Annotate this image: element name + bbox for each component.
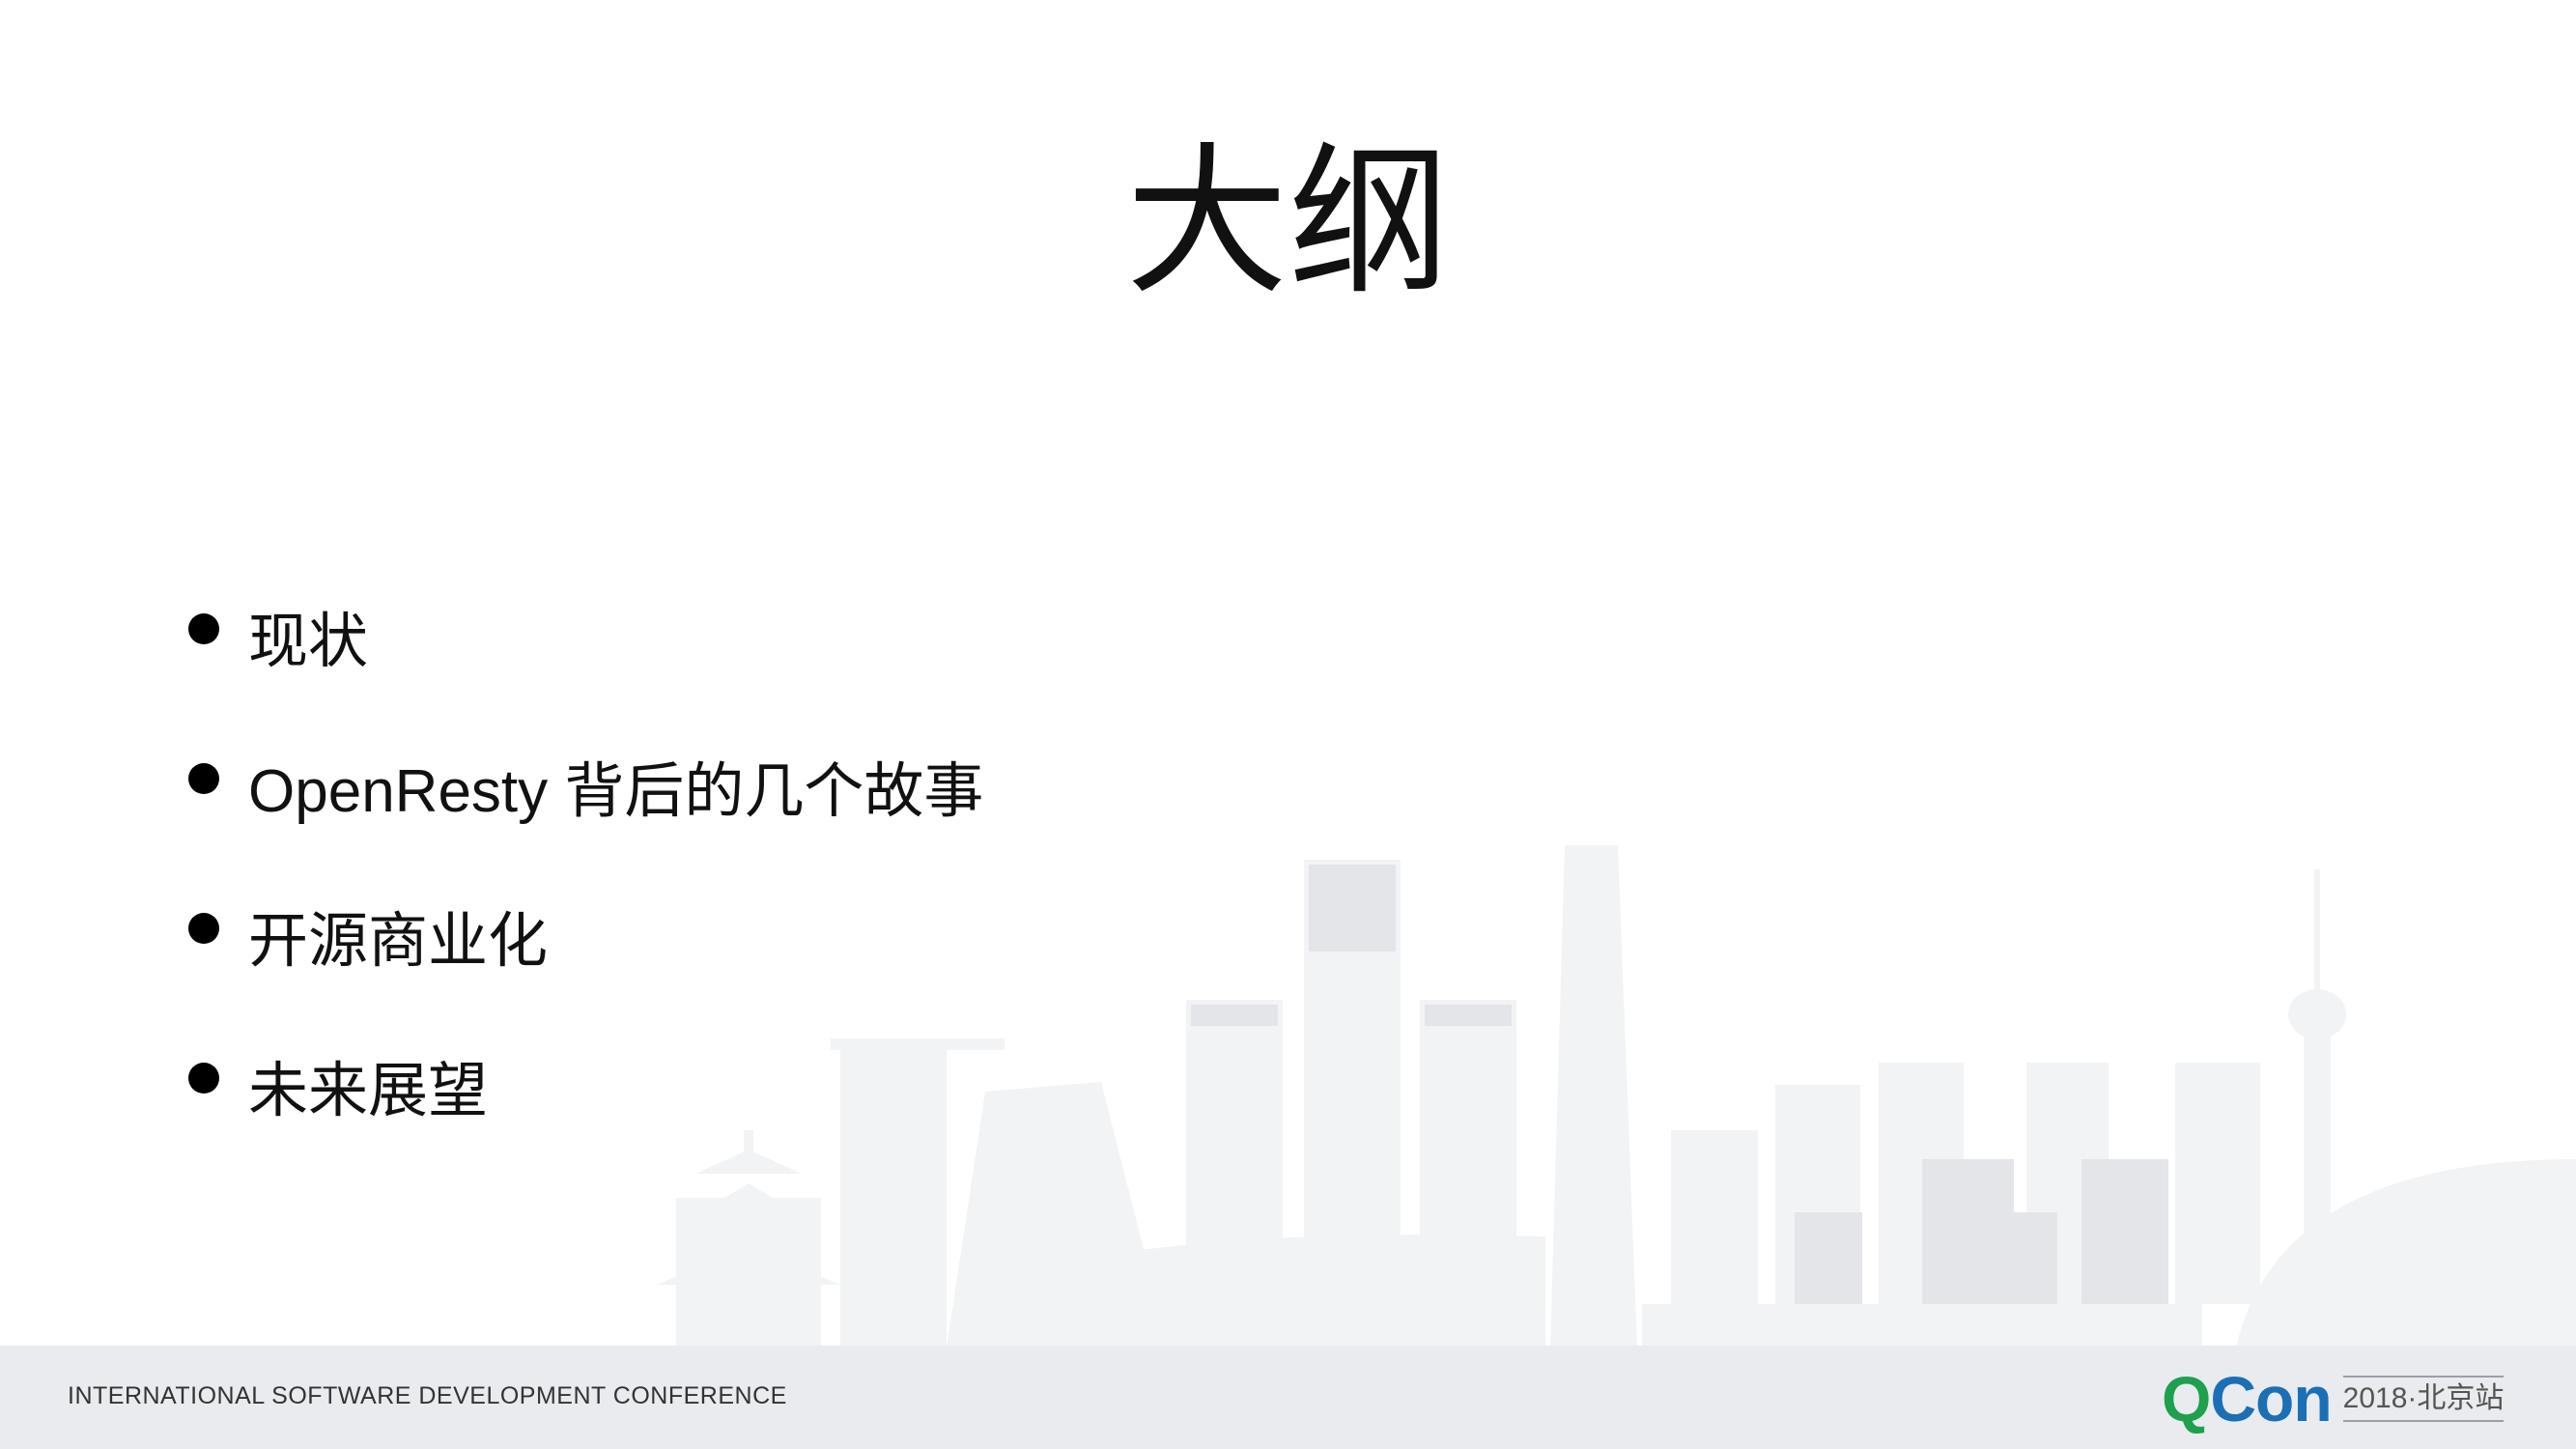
qcon-wordmark: QCon (2162, 1363, 2333, 1435)
bullet-dot-icon (188, 762, 219, 794)
slide: 大纲 现状 OpenResty 背后的几个故事 开源商业化 未来展望 INTER… (0, 0, 2576, 1449)
list-item-label: 开源商业化 (248, 907, 549, 975)
list-item-label: OpenResty 背后的几个故事 (248, 757, 984, 825)
bullet-dot-icon (188, 912, 219, 944)
bullet-dot-icon (188, 1062, 219, 1094)
qcon-logo: QCon 2018·北京站 (2162, 1363, 2505, 1435)
list-item: 开源商业化 (188, 860, 983, 1009)
list-item-label: 未来展望 (248, 1057, 489, 1124)
list-item: OpenResty 背后的几个故事 (188, 710, 983, 860)
edition-label: 2018·北京站 (2342, 1376, 2505, 1422)
conference-name: INTERNATIONAL SOFTWARE DEVELOPMENT CONFE… (68, 1382, 787, 1409)
list-item: 未来展望 (188, 1009, 983, 1159)
bullet-dot-icon (188, 612, 219, 644)
footer-bar: INTERNATIONAL SOFTWARE DEVELOPMENT CONFE… (0, 1346, 2576, 1449)
list-item: 现状 (188, 560, 983, 710)
outline-list: 现状 OpenResty 背后的几个故事 开源商业化 未来展望 (188, 560, 983, 1159)
page-title: 大纲 (1125, 128, 1451, 317)
list-item-label: 现状 (248, 608, 369, 675)
